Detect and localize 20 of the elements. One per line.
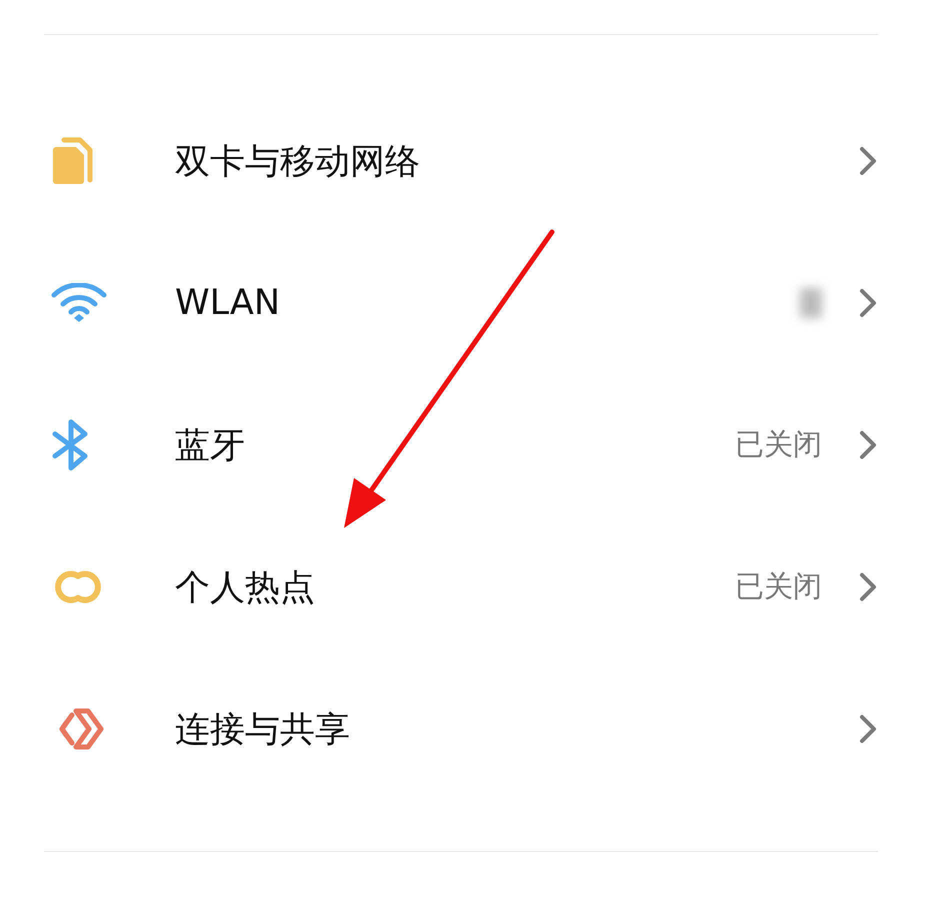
chevron-right-icon [858, 571, 878, 603]
status-text: 已关闭 [735, 426, 822, 463]
sim-card-icon [50, 137, 94, 185]
chevron-right-icon [858, 713, 878, 745]
status-text: 已关闭 [735, 568, 822, 605]
chevron-right-icon [858, 145, 878, 177]
chevron-right-icon [858, 429, 878, 461]
setting-label: 蓝牙 [175, 424, 246, 468]
setting-label: 连接与共享 [175, 708, 351, 752]
settings-row[interactable]: 个人热点 已关闭 [0, 516, 930, 658]
settings-row[interactable]: 连接与共享 [0, 658, 930, 800]
wifi-icon [50, 283, 108, 323]
chevron-right-icon [858, 287, 878, 319]
setting-label: 双卡与移动网络 [175, 140, 421, 184]
settings-row[interactable]: 双卡与移动网络 [0, 90, 930, 232]
settings-row[interactable]: WLAN [0, 232, 930, 374]
bluetooth-icon [50, 418, 90, 472]
setting-label: WLAN [175, 283, 282, 323]
settings-row[interactable]: 蓝牙 已关闭 [0, 374, 930, 516]
setting-label: 个人热点 [175, 566, 316, 610]
